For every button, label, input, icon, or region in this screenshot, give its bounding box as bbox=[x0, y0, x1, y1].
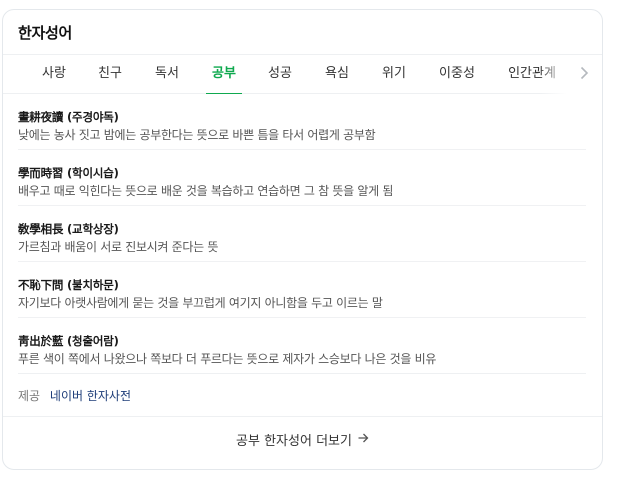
list-item[interactable]: 晝耕夜讀 (주경야독) 낮에는 농사 짓고 밤에는 공부한다는 뜻으로 바쁜 틈… bbox=[18, 94, 586, 150]
tab-list: 사랑 친구 독서 공부 성공 욕심 위기 이중성 인간관계 bbox=[3, 55, 569, 94]
tab-greed[interactable]: 욕심 bbox=[312, 55, 362, 94]
provider-line: 제공 네이버 한자사전 bbox=[3, 374, 602, 416]
idiom-description: 배우고 때로 익힌다는 뜻으로 배운 것을 복습하고 연습하면 그 참 뜻을 알… bbox=[18, 184, 394, 198]
chevron-right-icon bbox=[580, 65, 589, 84]
list-item[interactable]: 敎學相長 (교학상장) 가르침과 배움이 서로 진보시켜 준다는 뜻 bbox=[18, 206, 586, 262]
idiom-title: 不恥下問 (불치하문) bbox=[18, 278, 119, 292]
tab-crisis[interactable]: 위기 bbox=[369, 55, 419, 94]
tab-bar: 사랑 친구 독서 공부 성공 욕심 위기 이중성 인간관계 bbox=[3, 54, 602, 94]
more-button[interactable]: 공부 한자성어 더보기 bbox=[3, 416, 602, 462]
tab-love[interactable]: 사랑 bbox=[29, 55, 79, 94]
tab-duplicity[interactable]: 이중성 bbox=[428, 55, 486, 94]
idiom-card: 한자성어 사랑 친구 독서 공부 성공 욕심 위기 이중성 인간관계 晝耕夜讀 … bbox=[2, 9, 603, 470]
tab-next-button[interactable] bbox=[566, 55, 602, 94]
list-item[interactable]: 學而時習 (학이시습) 배우고 때로 익힌다는 뜻으로 배운 것을 복습하고 연… bbox=[18, 150, 586, 206]
arrow-right-icon bbox=[352, 432, 369, 447]
idiom-title: 敎學相長 (교학상장) bbox=[18, 222, 119, 236]
card-title: 한자성어 bbox=[18, 24, 73, 42]
provider-label: 제공 bbox=[18, 389, 41, 403]
idiom-title: 學而時習 (학이시습) bbox=[18, 166, 119, 180]
list-item[interactable]: 靑出於藍 (청출어람) 푸른 색이 쪽에서 나왔으나 쪽보다 더 푸르다는 뜻으… bbox=[18, 318, 586, 374]
idiom-list: 晝耕夜讀 (주경야독) 낮에는 농사 짓고 밤에는 공부한다는 뜻으로 바쁜 틈… bbox=[3, 94, 602, 374]
tab-friend[interactable]: 친구 bbox=[85, 55, 135, 94]
more-label: 공부 한자성어 더보기 bbox=[236, 434, 352, 449]
idiom-description: 가르침과 배움이 서로 진보시켜 준다는 뜻 bbox=[18, 240, 219, 254]
idiom-title: 靑出於藍 (청출어람) bbox=[18, 334, 119, 348]
idiom-description: 푸른 색이 쪽에서 나왔으나 쪽보다 더 푸르다는 뜻으로 제자가 스승보다 나… bbox=[18, 352, 437, 366]
idiom-description: 낮에는 농사 짓고 밤에는 공부한다는 뜻으로 바쁜 틈을 타서 어렵게 공부함 bbox=[18, 128, 376, 142]
tab-success[interactable]: 성공 bbox=[255, 55, 305, 94]
idiom-description: 자기보다 아랫사람에게 묻는 것을 부끄럽게 여기지 아니함을 두고 이르는 말 bbox=[18, 296, 383, 310]
provider-link[interactable]: 네이버 한자사전 bbox=[50, 389, 131, 403]
tab-study[interactable]: 공부 bbox=[206, 55, 242, 94]
tab-relationships[interactable]: 인간관계 bbox=[499, 55, 565, 94]
list-item[interactable]: 不恥下問 (불치하문) 자기보다 아랫사람에게 묻는 것을 부끄럽게 여기지 아… bbox=[18, 262, 586, 318]
tab-reading[interactable]: 독서 bbox=[142, 55, 192, 94]
idiom-title: 晝耕夜讀 (주경야독) bbox=[18, 110, 119, 124]
